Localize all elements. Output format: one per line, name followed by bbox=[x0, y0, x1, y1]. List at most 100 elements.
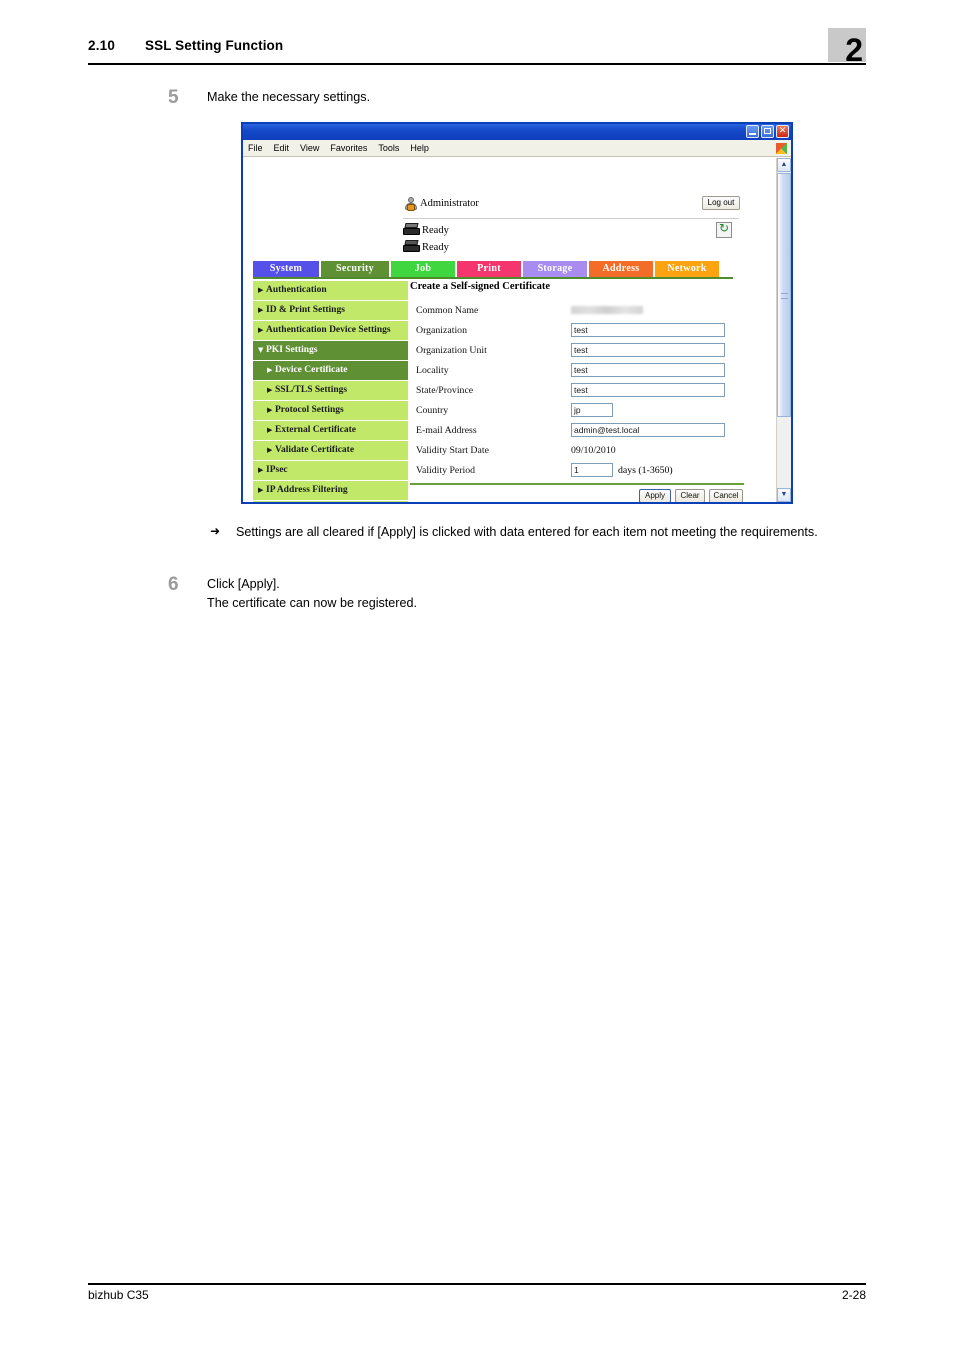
sidebar-item-label: External Certificate bbox=[275, 425, 356, 435]
close-icon[interactable]: ✕ bbox=[776, 125, 789, 138]
sidebar-item-label: ID & Print Settings bbox=[266, 305, 345, 315]
menu-item-view[interactable]: View bbox=[300, 143, 319, 153]
locality-input[interactable]: test bbox=[571, 363, 725, 377]
page-title: SSL Setting Function bbox=[145, 38, 284, 53]
scanner-icon bbox=[403, 223, 420, 236]
form-button-row: Apply Clear Cancel bbox=[410, 489, 744, 502]
scanner-status-label: Ready bbox=[422, 225, 449, 236]
tab-address[interactable]: Address bbox=[589, 261, 653, 277]
form-row-country: Country jp bbox=[410, 403, 746, 422]
chevron-right-icon: ▶ bbox=[258, 486, 264, 494]
form-title: Create a Self-signed Certificate bbox=[410, 281, 551, 292]
chapter-badge-number: 2 bbox=[845, 32, 863, 68]
form-row-organization: Organization test bbox=[410, 323, 746, 342]
form-row-validity-period: Validity Period 1 days (1-3650) bbox=[410, 463, 746, 482]
browser-title-bar: ✕ bbox=[243, 124, 791, 140]
form-separator bbox=[410, 483, 744, 485]
printer-status-label: Ready bbox=[422, 242, 449, 253]
menu-item-edit[interactable]: Edit bbox=[274, 143, 290, 153]
sidebar-item-pki-settings[interactable]: ▼ PKI Settings bbox=[253, 341, 408, 360]
tab-system[interactable]: System bbox=[253, 261, 319, 277]
tab-storage[interactable]: Storage bbox=[523, 261, 587, 277]
menu-items[interactable]: File Edit View Favorites Tools Help bbox=[248, 143, 429, 153]
sidebar-item-authentication-device-settings[interactable]: ▶ Authentication Device Settings bbox=[253, 321, 408, 340]
organization-unit-input[interactable]: test bbox=[571, 343, 725, 357]
maximize-icon[interactable] bbox=[761, 125, 774, 138]
form-row-locality: Locality test bbox=[410, 363, 746, 382]
sidebar-item-label: IEEE802.1X bbox=[266, 501, 317, 502]
step-6-line-1: Click [Apply]. bbox=[207, 577, 280, 591]
admin-bar: Administrator Log out bbox=[403, 196, 740, 219]
chevron-right-icon: ▶ bbox=[267, 406, 273, 414]
chevron-right-icon: ▶ bbox=[267, 386, 273, 394]
validity-period-input[interactable]: 1 bbox=[571, 463, 613, 477]
sidebar-item-label: IPsec bbox=[266, 465, 288, 475]
menu-item-file[interactable]: File bbox=[248, 143, 263, 153]
sidebar-item-protocol-settings[interactable]: ▶ Protocol Settings bbox=[253, 401, 408, 420]
menu-item-tools[interactable]: Tools bbox=[378, 143, 399, 153]
country-input[interactable]: jp bbox=[571, 403, 613, 417]
cancel-button[interactable]: Cancel bbox=[709, 489, 743, 502]
tab-security[interactable]: Security bbox=[321, 261, 389, 277]
tab-network[interactable]: Network bbox=[655, 261, 719, 277]
logout-button[interactable]: Log out bbox=[702, 196, 740, 210]
footer-page-number: 2-28 bbox=[841, 1288, 866, 1302]
tab-job[interactable]: Job bbox=[391, 261, 455, 277]
chevron-right-icon: ▶ bbox=[258, 501, 263, 502]
scroll-down-icon[interactable]: ▼ bbox=[777, 488, 791, 502]
chevron-right-icon: ▶ bbox=[267, 366, 273, 374]
minimize-icon[interactable] bbox=[746, 125, 759, 138]
common-name-value-redacted bbox=[571, 306, 643, 314]
field-label-validity-start-date: Validity Start Date bbox=[416, 445, 489, 456]
form-row-state-province: State/Province test bbox=[410, 383, 746, 402]
email-address-input[interactable]: admin@test.local bbox=[571, 423, 725, 437]
sidebar-item-ip-address-filtering[interactable]: ▶ IP Address Filtering bbox=[253, 481, 408, 500]
sidebar-item-label: IP Address Filtering bbox=[266, 485, 348, 495]
form-row-common-name: Common Name bbox=[410, 303, 746, 322]
security-sidebar[interactable]: ▶ Authentication ▶ ID & Print Settings ▶… bbox=[253, 281, 408, 502]
device-status-area: Ready Ready bbox=[403, 221, 739, 258]
field-label-organization: Organization bbox=[416, 325, 467, 336]
sidebar-item-ssl-tls-settings[interactable]: ▶ SSL/TLS Settings bbox=[253, 381, 408, 400]
arrow-right-icon: ➜ bbox=[210, 524, 221, 538]
sidebar-item-validate-certificate[interactable]: ▶ Validate Certificate bbox=[253, 441, 408, 460]
window-controls[interactable]: ✕ bbox=[746, 125, 789, 138]
field-label-locality: Locality bbox=[416, 365, 449, 376]
note-text: Settings are all cleared if [Apply] is c… bbox=[236, 525, 818, 539]
sidebar-item-label: Authentication Device Settings bbox=[266, 325, 391, 335]
sidebar-item-ieee802-1x[interactable]: ▶ IEEE802.1X bbox=[253, 501, 408, 502]
browser-menu-bar: File Edit View Favorites Tools Help bbox=[243, 140, 791, 157]
sidebar-item-authentication[interactable]: ▶ Authentication bbox=[253, 281, 408, 300]
validity-period-suffix: days (1-3650) bbox=[618, 465, 673, 476]
internet-explorer-logo-icon bbox=[776, 143, 787, 154]
sidebar-item-ipsec[interactable]: ▶ IPsec bbox=[253, 461, 408, 480]
scrollbar-thumb[interactable] bbox=[777, 173, 791, 417]
apply-button[interactable]: Apply bbox=[639, 489, 671, 502]
sidebar-item-label: Authentication bbox=[266, 285, 327, 295]
footer-divider bbox=[88, 1283, 866, 1285]
chapter-badge: 2 bbox=[828, 28, 866, 66]
sidebar-item-device-certificate[interactable]: ▶ Device Certificate bbox=[253, 361, 408, 380]
field-label-country: Country bbox=[416, 405, 449, 416]
sidebar-item-label: PKI Settings bbox=[266, 345, 318, 355]
organization-input[interactable]: test bbox=[571, 323, 725, 337]
footer-product-name: bizhub C35 bbox=[88, 1288, 149, 1302]
tab-print[interactable]: Print bbox=[457, 261, 521, 277]
sidebar-item-id-print-settings[interactable]: ▶ ID & Print Settings bbox=[253, 301, 408, 320]
chevron-right-icon: ▶ bbox=[258, 286, 264, 294]
scroll-up-icon[interactable]: ▲ bbox=[777, 158, 791, 172]
vertical-scrollbar[interactable]: ▲ ▼ bbox=[776, 158, 791, 502]
field-label-organization-unit: Organization Unit bbox=[416, 345, 487, 356]
tab-underline bbox=[253, 277, 733, 279]
sidebar-item-external-certificate[interactable]: ▶ External Certificate bbox=[253, 421, 408, 440]
main-tab-bar[interactable]: System Security Job Print Storage Addres… bbox=[253, 261, 733, 277]
menu-item-favorites[interactable]: Favorites bbox=[330, 143, 367, 153]
chevron-right-icon: ▶ bbox=[258, 466, 264, 474]
header-section-number: 2.10 bbox=[88, 38, 116, 53]
clear-button[interactable]: Clear bbox=[675, 489, 705, 502]
refresh-icon[interactable] bbox=[716, 221, 732, 238]
administrator-icon bbox=[403, 197, 419, 212]
state-province-input[interactable]: test bbox=[571, 383, 725, 397]
menu-item-help[interactable]: Help bbox=[410, 143, 429, 153]
form-row-validity-start-date: Validity Start Date 09/10/2010 bbox=[410, 443, 746, 462]
